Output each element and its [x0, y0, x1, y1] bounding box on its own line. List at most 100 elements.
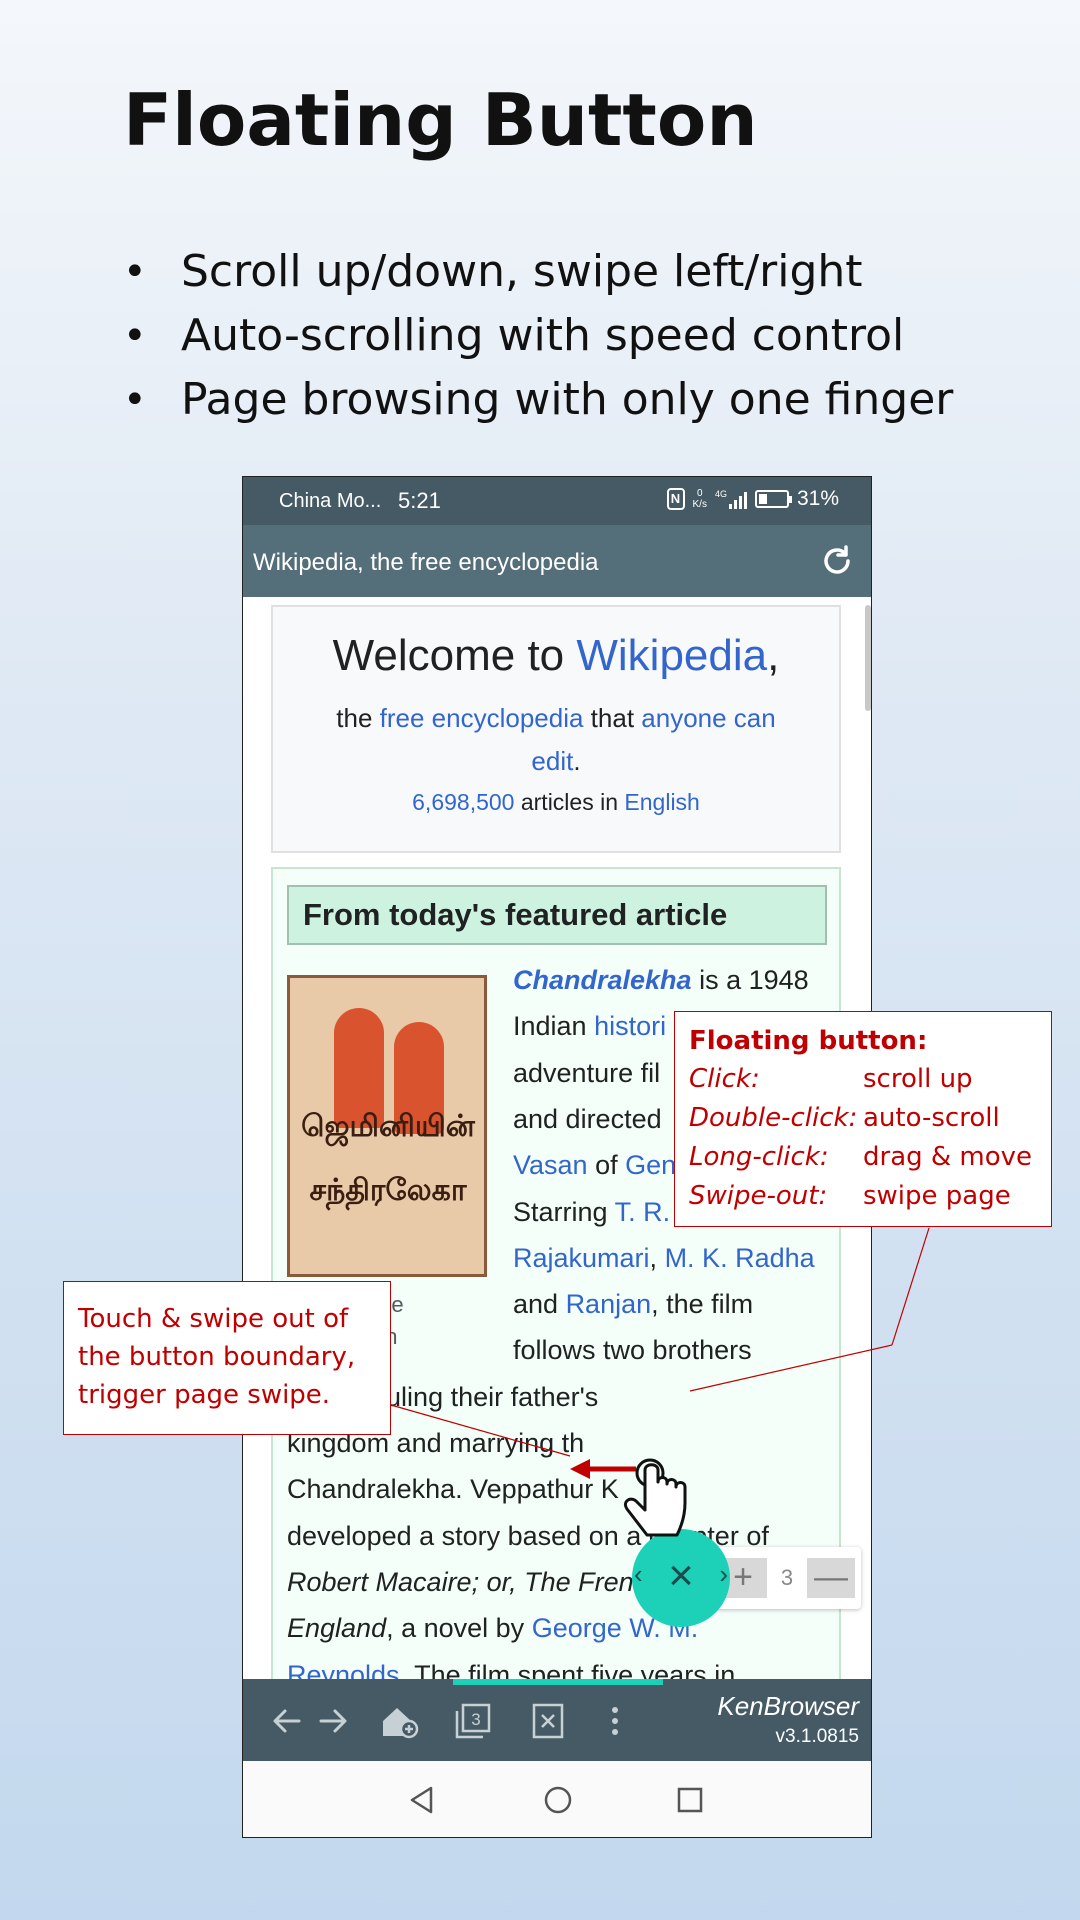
callout-row: Long-click: drag & move [689, 1142, 1051, 1181]
url-bar[interactable]: Wikipedia, the free encyclopedia [243, 525, 871, 597]
battery-fill [758, 494, 767, 504]
welcome-period: . [573, 746, 581, 776]
close-icon: × [668, 1551, 694, 1600]
slide-title: Floating Button [123, 78, 758, 162]
callout-value: drag & move [863, 1142, 1033, 1172]
reload-icon[interactable] [819, 543, 855, 579]
welcome-suffix: , [767, 631, 780, 680]
bullet-item: Auto-scrolling with speed control [123, 304, 953, 368]
nfc-icon: N [666, 488, 685, 510]
speed-control: + 3 — [713, 1547, 861, 1609]
article-text-span: follows two brothers [513, 1335, 752, 1366]
callout-key: Click: [689, 1064, 760, 1094]
callout-key: Swipe-out: [689, 1181, 828, 1211]
article-text-span: . The film spent five years in [399, 1659, 736, 1680]
article-text-span: Indian [513, 1011, 595, 1042]
article-text-span: and directed [513, 1103, 662, 1134]
article-line: Rajakumari, M. K. Radha [513, 1243, 815, 1274]
signal-icon: 4G [715, 489, 747, 509]
callout-row: Swipe-out: swipe page [689, 1181, 1051, 1220]
forward-arrow-icon[interactable] [315, 1703, 351, 1739]
nav-back-icon[interactable] [407, 1785, 437, 1815]
article-link[interactable]: Gen [625, 1150, 676, 1180]
article-text-span: and [513, 1289, 566, 1320]
nav-recents-icon[interactable] [675, 1785, 705, 1815]
article-text-span: is a 1948 [691, 965, 809, 995]
nav-home-icon[interactable] [543, 1785, 573, 1815]
article-link[interactable]: Rajakumari [513, 1243, 650, 1273]
article-line: Starring T. R. [513, 1197, 670, 1228]
carrier-name: China Mo... [279, 490, 382, 512]
article-text-span: Starring [513, 1196, 615, 1227]
speed-minus-button[interactable]: — [807, 1558, 855, 1598]
callout-value: swipe page [863, 1181, 1011, 1211]
page-progress-indicator [453, 1679, 663, 1685]
status-bar: China Mo... 5:21 N 0 K/s 4G 31% [243, 477, 871, 525]
callout-row: Double-click: auto-scroll [689, 1103, 1051, 1142]
article-title-link[interactable]: Chandralekha [513, 965, 692, 995]
swipe-callout: Touch & swipe out of the button boundary… [63, 1281, 391, 1435]
article-line: Reynolds. The film spent five years in [287, 1660, 735, 1680]
floating-button[interactable]: ‹ × › [632, 1529, 730, 1627]
welcome-the: the [336, 703, 380, 733]
article-line: Chandralekha is a 1948 [513, 965, 809, 996]
speed-value: 3 [780, 1565, 794, 1590]
welcome-heading: Welcome to Wikipedia, [273, 631, 839, 681]
english-link[interactable]: English [624, 789, 699, 815]
feature-bullets: Scroll up/down, swipe left/right Auto-sc… [123, 240, 953, 432]
net-speed-value: 0 [696, 488, 703, 499]
welcome-box: Welcome to Wikipedia, the free encyclope… [271, 605, 841, 853]
close-tab-icon[interactable] [531, 1703, 565, 1739]
callout-key: Double-click: [689, 1103, 858, 1133]
callout-line: trigger page swipe. [78, 1380, 331, 1410]
articles-in-text: articles in [514, 789, 625, 815]
article-count-link[interactable]: 6,698,500 [412, 789, 514, 815]
brand-version: v3.1.0815 [775, 1726, 859, 1747]
welcome-that: that [583, 703, 642, 733]
floating-button-callout: Floating button: Click: scroll up Double-… [674, 1011, 1052, 1227]
article-link[interactable]: histori [594, 1011, 666, 1041]
article-text-span: Chandralekha. Veppathur K [287, 1474, 619, 1505]
poster-title-bottom: சந்திரலேகா [309, 1174, 467, 1207]
home-add-icon[interactable] [379, 1703, 419, 1739]
article-text-span: adventure fil [513, 1057, 661, 1088]
callout-value: scroll up [863, 1064, 973, 1094]
net-speed-icon: 0 K/s [693, 488, 707, 510]
article-link[interactable]: T. R. [615, 1197, 671, 1227]
article-line: Indian histori [513, 1011, 666, 1042]
article-link[interactable]: Reynolds [287, 1660, 400, 1680]
edit-link[interactable]: edit [531, 746, 573, 776]
browser-toolbar: 3 KenBrowser v3.1.0815 [243, 1679, 871, 1761]
callout-connector [891, 1227, 930, 1346]
anyone-can-edit-link[interactable]: anyone can [641, 703, 775, 733]
welcome-subtitle: the free encyclopedia that anyone can ed… [273, 697, 839, 783]
article-link[interactable]: Ranjan [566, 1289, 652, 1319]
callout-line: the button boundary, [78, 1342, 356, 1372]
scrollbar-thumb[interactable] [865, 605, 871, 711]
article-line: and directed [513, 1104, 662, 1135]
article-line: adventure fil [513, 1058, 660, 1089]
article-line: Vasan of Gen [513, 1150, 676, 1181]
net-speed-unit: K/s [692, 499, 707, 510]
back-arrow-icon[interactable] [269, 1703, 305, 1739]
network-type: 4G [714, 489, 727, 499]
article-link[interactable]: M. K. Radha [665, 1243, 815, 1273]
menu-more-icon[interactable] [605, 1703, 625, 1739]
chevron-right-icon: › [719, 1559, 728, 1589]
brand-name: KenBrowser [717, 1691, 859, 1721]
wikipedia-link[interactable]: Wikipedia [576, 631, 767, 680]
callout-value: auto-scroll [863, 1103, 1000, 1133]
battery-percent: 31% [796, 487, 839, 510]
page-title[interactable]: Wikipedia, the free encyclopedia [253, 549, 599, 577]
article-text-span: , a novel by [386, 1613, 532, 1644]
film-poster-image[interactable]: ஜெமினியின் சந்திரலேகா [287, 975, 487, 1277]
article-link[interactable]: Vasan [513, 1150, 588, 1180]
bullet-item: Scroll up/down, swipe left/right [123, 240, 953, 304]
bullet-item: Page browsing with only one finger [123, 368, 953, 432]
article-text-span: , [649, 1242, 665, 1273]
tabs-icon[interactable]: 3 [453, 1703, 493, 1739]
article-italic-text: England [287, 1613, 387, 1644]
status-icons: N 0 K/s 4G 31% [666, 487, 839, 511]
article-line: Chandralekha. Veppathur K [287, 1474, 619, 1505]
free-encyclopedia-link[interactable]: free encyclopedia [380, 703, 584, 733]
